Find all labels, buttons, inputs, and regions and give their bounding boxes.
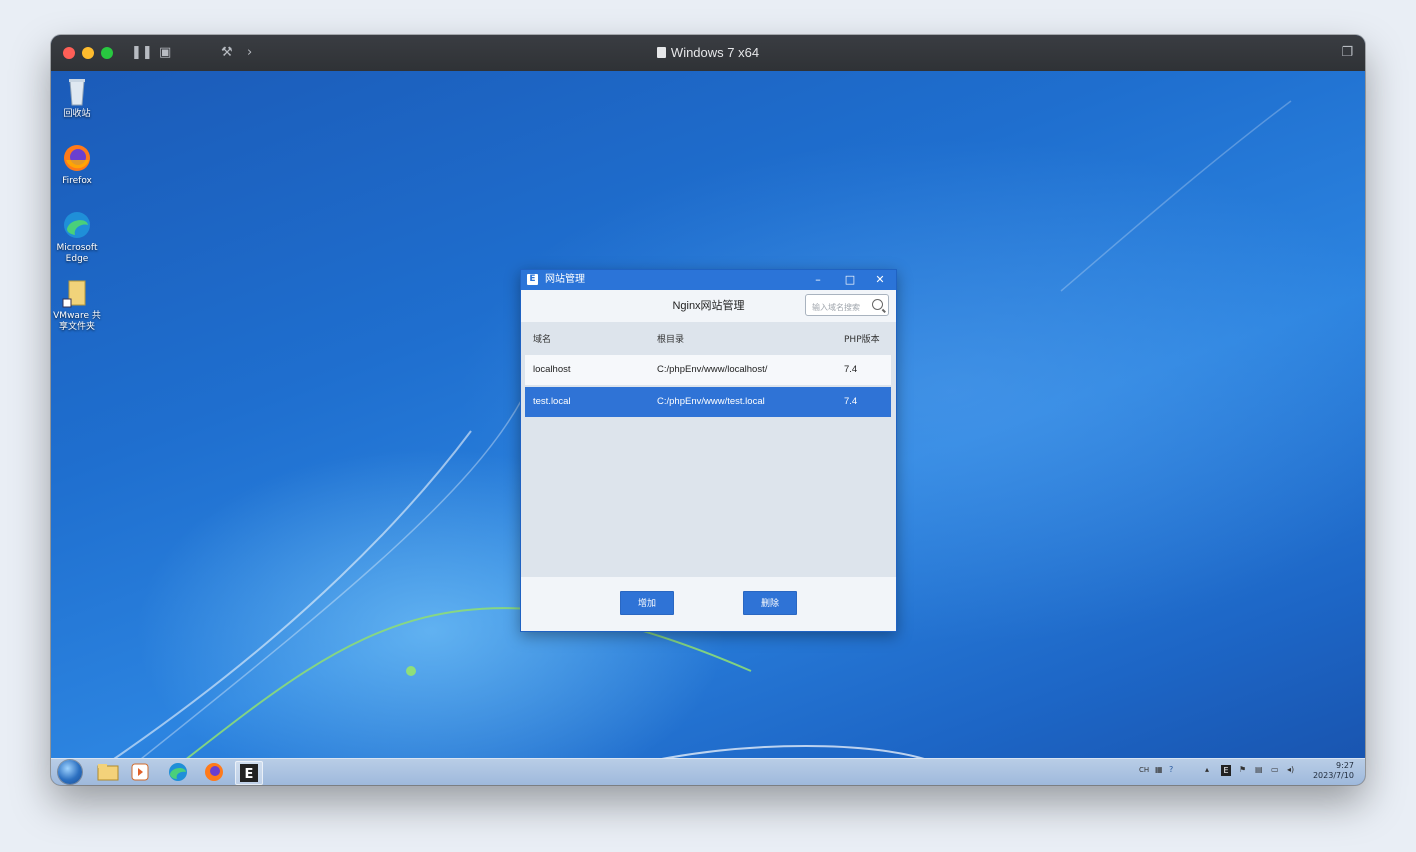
column-header-root[interactable]: 根目录 [657, 332, 684, 345]
edge-taskbar-icon[interactable] [165, 761, 191, 783]
column-header-domain[interactable]: 域名 [533, 332, 551, 345]
app-titlebar: E 网站管理 – □ ✕ [521, 270, 896, 290]
desktop-icon-firefox[interactable]: Firefox [51, 142, 105, 187]
row-php: 7.4 [844, 364, 858, 375]
vm-window: ❚❚ ▣ ⚒ › Windows 7 x64 ❐ 回收站 Firefox Mic… [51, 35, 1365, 785]
app-logo-icon: E [527, 274, 538, 285]
delete-site-button[interactable]: 删除 [743, 591, 797, 615]
desktop-icon-vmware-shared[interactable]: VMware 共享文件夹 [51, 277, 105, 333]
row-root: C:/phpEnv/www/localhost/ [657, 364, 768, 375]
help-icon[interactable]: ? [1169, 765, 1173, 774]
row-domain: localhost [533, 364, 571, 375]
start-orb-icon[interactable] [58, 760, 82, 784]
clock[interactable]: 9:27 2023/7/10 [1313, 761, 1354, 781]
site-manager-window: E 网站管理 – □ ✕ Nginx网站管理 域名 根目录 PHP版本 loca… [520, 269, 897, 632]
firefox-icon [61, 142, 93, 174]
flag-icon[interactable]: ⚑ [1239, 765, 1246, 774]
column-header-php[interactable]: PHP版本 [844, 332, 880, 345]
network-icon[interactable]: ▭ [1271, 765, 1279, 774]
site-table: 域名 根目录 PHP版本 localhost C:/phpEnv/www/loc… [521, 322, 896, 577]
restore-window-icon[interactable]: ❐ [1341, 44, 1353, 62]
domain-search-input[interactable] [810, 297, 876, 318]
minimize-icon[interactable]: – [804, 270, 832, 290]
clock-time: 9:27 [1336, 761, 1354, 770]
maximize-icon[interactable]: □ [836, 270, 864, 290]
app-footer: 增加 删除 [521, 577, 896, 631]
recycle-bin-icon [61, 75, 93, 107]
vm-title: Windows 7 x64 [51, 35, 1365, 71]
firefox-taskbar-icon[interactable] [201, 761, 227, 783]
search-box[interactable] [805, 294, 889, 318]
vm-title-text: Windows 7 x64 [670, 45, 760, 60]
show-hidden-icons-icon[interactable]: ▴ [1205, 765, 1209, 774]
system-tray: CH ▦ ? ▴ E ⚑ ▤ ▭ ◂) 9:27 2023/7/10 [1135, 759, 1365, 785]
desktop: 回收站 Firefox Microsoft Edge VMware 共享文件夹 … [51, 71, 1365, 759]
folder-icon [61, 277, 93, 309]
table-row[interactable]: localhost C:/phpEnv/www/localhost/ 7.4 [525, 355, 891, 385]
app-header: Nginx网站管理 [521, 290, 896, 322]
document-icon [656, 47, 666, 58]
media-player-icon[interactable] [127, 761, 153, 783]
ime-indicator[interactable]: CH [1139, 766, 1149, 774]
clock-date: 2023/7/10 [1312, 771, 1354, 780]
keyboard-icon[interactable]: ▦ [1155, 765, 1163, 774]
add-site-button[interactable]: 增加 [620, 591, 674, 615]
e-app-tray-icon[interactable]: E [1221, 765, 1231, 776]
e-app-taskbar-icon[interactable]: E [235, 761, 263, 785]
volume-icon[interactable]: ◂) [1287, 765, 1294, 774]
desktop-icon-label: Firefox [62, 176, 92, 186]
explorer-icon[interactable] [95, 761, 121, 783]
app-window-title: 网站管理 [545, 274, 585, 285]
table-row-selected[interactable]: test.local C:/phpEnv/www/test.local 7.4 [525, 387, 891, 417]
taskbar: E CH ▦ ? ▴ E ⚑ ▤ ▭ ◂) 9:27 2023/7/10 [51, 758, 1365, 785]
close-icon[interactable]: ✕ [866, 270, 894, 290]
desktop-icon-label: Microsoft Edge [56, 243, 98, 264]
row-domain: test.local [533, 396, 571, 407]
desktop-icon-label: 回收站 [63, 109, 91, 119]
row-php: 7.4 [844, 396, 858, 407]
search-icon[interactable] [872, 299, 883, 310]
row-root: C:/phpEnv/www/test.local [657, 396, 765, 407]
desktop-icon-edge[interactable]: Microsoft Edge [51, 209, 105, 265]
action-center-icon[interactable]: ▤ [1255, 765, 1263, 774]
desktop-icon-label: VMware 共享文件夹 [53, 311, 101, 332]
vm-titlebar: ❚❚ ▣ ⚒ › Windows 7 x64 ❐ [51, 35, 1365, 72]
svg-text:E: E [245, 767, 254, 782]
edge-icon [61, 209, 93, 241]
desktop-icon-recycle-bin[interactable]: 回收站 [51, 75, 105, 120]
